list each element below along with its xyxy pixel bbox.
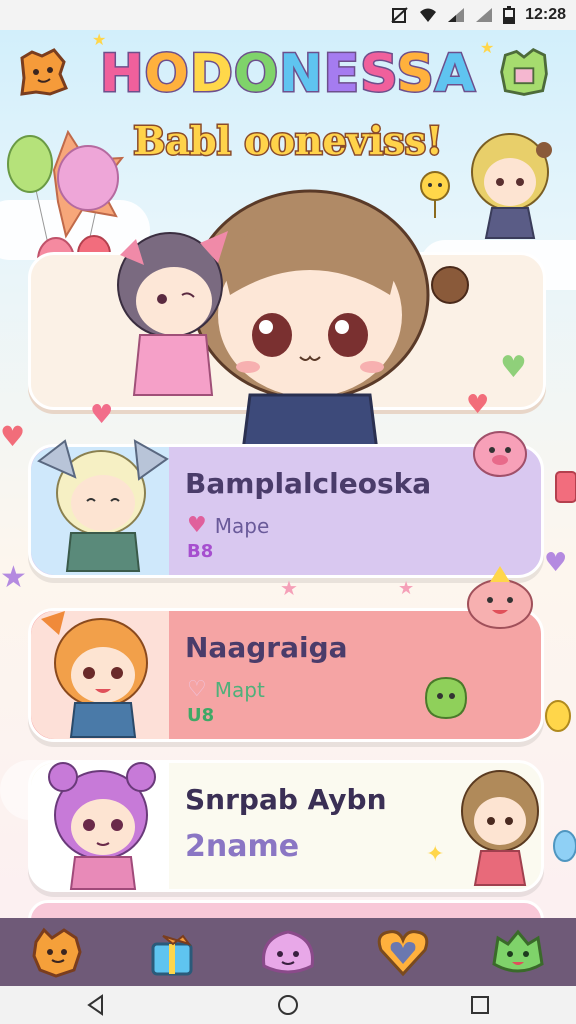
- list-item-name: Bamplalcleoska: [185, 467, 432, 500]
- list-item-meta-label: Mapt: [214, 677, 265, 702]
- gift-box-icon: [151, 934, 193, 976]
- nav-button-heart[interactable]: [371, 922, 435, 982]
- status-bar: 12:28: [0, 0, 576, 30]
- star-decoration: ★: [0, 560, 27, 595]
- star-decoration: ★: [280, 576, 298, 600]
- nav-button-blob[interactable]: [256, 922, 320, 982]
- pink-creature-sticker: [467, 566, 533, 629]
- list-item[interactable]: Bamplalcleoska ♥ Mape B8: [28, 439, 544, 578]
- signal-icon: [448, 8, 465, 22]
- star-decoration: ★: [480, 38, 495, 57]
- bottom-navigation: [0, 918, 576, 986]
- status-time: 12:28: [525, 6, 566, 23]
- app-title-letter: O: [232, 43, 280, 106]
- list-item-subtitle: 2name: [185, 829, 300, 864]
- balloon-decoration: [555, 471, 576, 503]
- star-decoration: ★: [92, 30, 107, 49]
- orange-creature-icon: [20, 48, 68, 96]
- back-icon[interactable]: [84, 993, 108, 1017]
- list-item-meta: ♥ Mape: [187, 513, 269, 538]
- app-title-letter: D: [188, 43, 234, 106]
- pink-pig-sticker: [473, 431, 527, 477]
- app-title-text: HODONESSA: [99, 43, 477, 106]
- star-decoration: ★: [398, 578, 415, 599]
- heart-decoration: ♥: [544, 548, 568, 578]
- balloon-decoration: [553, 830, 576, 862]
- app-title-letter: O: [143, 43, 190, 106]
- system-navigation: [0, 986, 576, 1024]
- green-frame-icon: [500, 47, 548, 96]
- avatar: [48, 762, 156, 890]
- list-item-meta-label: Mape: [214, 513, 270, 538]
- orange-creature-icon: [32, 927, 82, 978]
- wifi-icon: [420, 8, 437, 22]
- no-sim-icon: [391, 7, 408, 23]
- app-title-letter: S: [395, 43, 435, 106]
- avatar-secondary: [461, 770, 539, 886]
- app-title-letter: E: [322, 43, 361, 106]
- featured-character: [117, 189, 469, 475]
- balloon-decoration: [545, 700, 571, 732]
- heart-icon: ♥: [187, 513, 207, 538]
- app-title-letter: H: [99, 43, 146, 106]
- star-decoration: ✦: [426, 842, 445, 867]
- green-blob-sticker: [424, 676, 468, 720]
- avatar: [41, 611, 148, 738]
- heart-decoration: ♥: [466, 390, 490, 420]
- list-item-meta: ♡ Mapt: [187, 677, 265, 702]
- heart-decoration: ♥: [90, 400, 114, 430]
- nav-button-creature[interactable]: [26, 922, 90, 982]
- signal-icon-2: [476, 8, 493, 22]
- green-slime-icon: [492, 929, 544, 973]
- nav-button-gift[interactable]: [141, 922, 205, 982]
- list-item[interactable]: Snrpab Aybn 2name: [28, 760, 544, 892]
- top-right-creature-button[interactable]: [496, 44, 552, 100]
- list-item-name: Naagraiga: [185, 631, 348, 664]
- home-icon[interactable]: [276, 993, 300, 1017]
- app-title-letter: A: [433, 43, 477, 106]
- recents-icon[interactable]: [468, 993, 492, 1017]
- list-item-number: B8: [187, 541, 214, 562]
- top-left-creature-button[interactable]: [14, 44, 70, 100]
- heart-decoration: ♥: [0, 420, 26, 453]
- heart-icon: [377, 930, 429, 977]
- app-title-letter: S: [359, 43, 397, 106]
- battery-icon: [503, 6, 516, 24]
- avatar: [37, 439, 169, 572]
- pink-blob-icon: [261, 930, 314, 974]
- app-title-letter: N: [278, 43, 325, 106]
- list-item-name: Snrpab Aybn: [185, 783, 387, 816]
- list-item-number: U8: [187, 705, 215, 726]
- nav-button-slime[interactable]: [486, 922, 550, 982]
- heart-decoration: ♥: [500, 350, 527, 385]
- heart-icon: ♡: [187, 677, 207, 702]
